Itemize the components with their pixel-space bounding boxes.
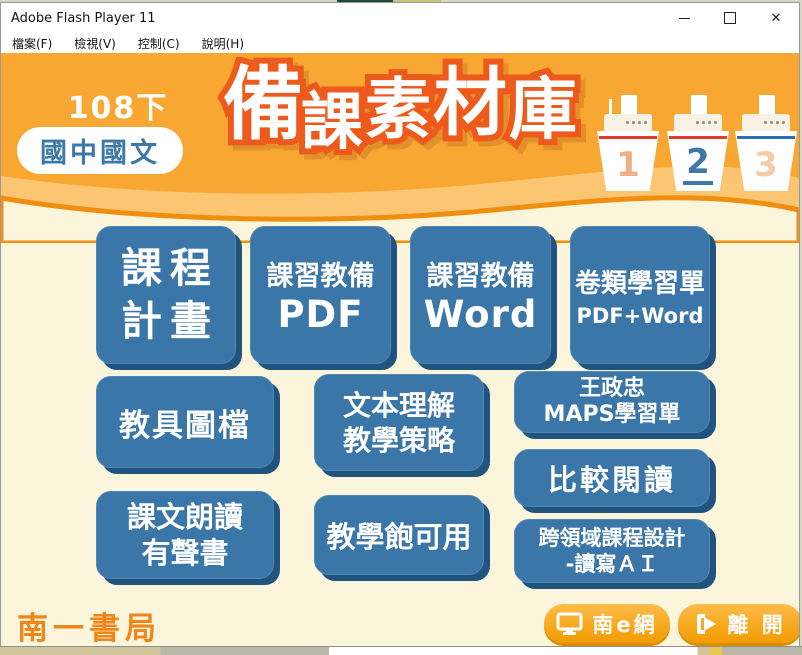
publisher-logo: 南一書局	[17, 603, 161, 647]
page-ship-3[interactable]: 3	[735, 95, 797, 243]
maximize-icon	[724, 12, 736, 24]
title-bar: Adobe Flash Player 11 ✕	[1, 3, 799, 33]
monitor-icon	[556, 612, 583, 636]
flash-content: 108下 國中國文 備備 課課 素素 材材 庫庫 1 2	[1, 53, 799, 647]
tile-course-plan[interactable]: 課程 計畫	[96, 226, 236, 364]
semester-label: 108下	[53, 83, 183, 127]
minimize-icon	[679, 18, 690, 19]
ship-cabin-icon	[604, 114, 652, 131]
window-title: Adobe Flash Player 11	[1, 11, 661, 26]
title-char: 庫庫	[509, 75, 577, 146]
tile-workbook-pdf[interactable]: 課習教備 PDF	[250, 226, 391, 364]
menu-view[interactable]: 檢視(V)	[63, 35, 127, 52]
maximize-button[interactable]	[707, 3, 753, 33]
subject-badge: 國中國文	[17, 127, 183, 174]
page-ship-1[interactable]: 1	[597, 95, 659, 243]
ship-hull-icon: 3	[735, 131, 797, 191]
page-number-2: 2	[683, 145, 713, 185]
menu-bar: 檔案(F) 檢視(V) 控制(C) 說明(H)	[1, 33, 799, 53]
window-controls: ✕	[661, 3, 799, 33]
ship-hull-icon: 2	[667, 131, 729, 191]
page-number-3: 3	[754, 145, 778, 185]
title-char: 素素	[365, 75, 431, 144]
exit-button[interactable]: 離 開	[678, 604, 799, 643]
ship-cabin-icon	[742, 114, 790, 131]
ship-funnel-icon	[759, 95, 775, 115]
ship-cabin-icon	[674, 114, 722, 131]
ship-mast	[609, 99, 612, 115]
title-char: 課課	[301, 89, 363, 154]
tile-text-audio-book[interactable]: 課文朗讀 有聲書	[96, 491, 274, 579]
ship-hull-icon: 1	[597, 131, 659, 191]
tile-cross-domain-ai[interactable]: 跨領域課程設計 -讀寫ＡＩ	[514, 519, 710, 583]
minimize-button[interactable]	[661, 3, 707, 33]
menu-help[interactable]: 說明(H)	[191, 35, 255, 52]
close-icon: ✕	[771, 12, 782, 25]
tile-comparative-reading[interactable]: 比較閱讀	[514, 449, 710, 507]
menu-file[interactable]: 檔案(F)	[1, 35, 63, 52]
menu-control[interactable]: 控制(C)	[127, 35, 191, 52]
page-ship-2-active[interactable]: 2	[667, 95, 729, 243]
close-button[interactable]: ✕	[753, 3, 799, 33]
tile-maps-worksheet[interactable]: 王政忠 MAPS學習單	[514, 371, 710, 433]
exit-label: 離 開	[727, 609, 785, 639]
tile-workbook-word[interactable]: 課習教備 Word	[410, 226, 551, 364]
ship-funnel-icon	[691, 95, 707, 115]
tile-text-comprehension-strategy[interactable]: 文本理解 教學策略	[314, 374, 484, 471]
nane-net-button[interactable]: 南e網	[544, 604, 670, 643]
tile-teaching-extras[interactable]: 教學飽可用	[314, 495, 484, 575]
title-char: 材材	[433, 65, 507, 143]
background-window-sliver	[0, 646, 802, 655]
ship-funnel-icon	[621, 95, 637, 115]
flash-player-window: Adobe Flash Player 11 ✕ 檔案(F) 檢視(V) 控制(C…	[0, 2, 800, 648]
app-title: 備備 課課 素素 材材 庫庫	[223, 63, 577, 154]
tile-worksheets-pdf-word[interactable]: 卷類學習單 PDF+Word	[570, 226, 710, 364]
logout-icon	[694, 612, 718, 636]
nane-net-label: 南e網	[592, 609, 657, 639]
page-number-1: 1	[616, 145, 640, 185]
title-char: 備備	[223, 63, 303, 147]
tile-teaching-aids[interactable]: 教具圖檔	[96, 376, 274, 468]
